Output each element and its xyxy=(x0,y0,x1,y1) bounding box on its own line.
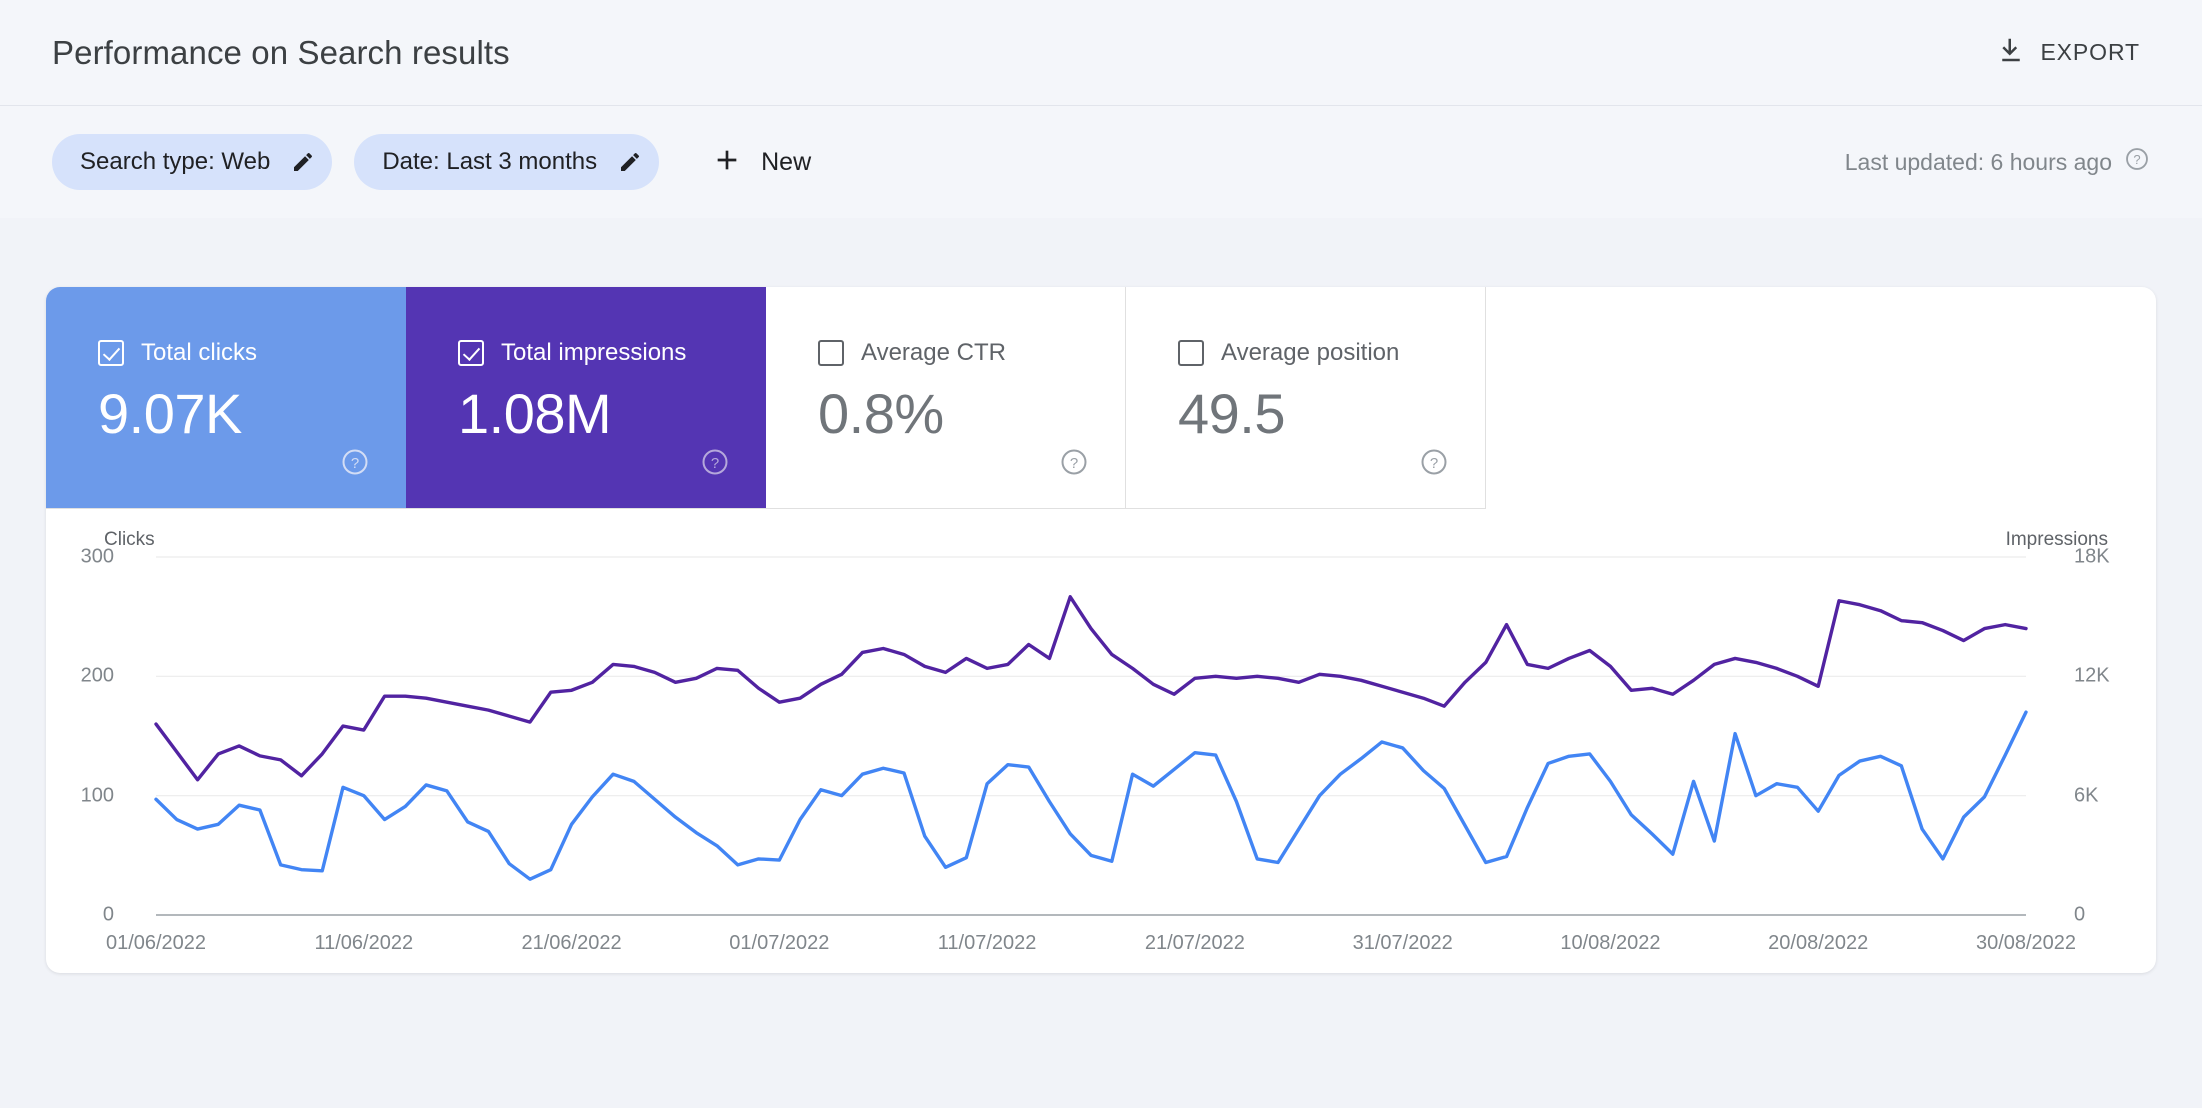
chart-plot-area: 0 100 200 300 0 6K 12K 18K 01/06/2022 11/06/2022 2… xyxy=(46,509,2156,973)
x-axis-tick-label: 10/08/2022 xyxy=(1560,932,1661,954)
help-circle-icon[interactable]: ? xyxy=(2124,146,2150,178)
svg-text:?: ? xyxy=(1070,455,1078,472)
page-header: Performance on Search results EXPORT xyxy=(0,0,2202,106)
filter-chip-date[interactable]: Date: Last 3 months xyxy=(354,134,660,190)
help-circle-icon[interactable]: ? xyxy=(700,447,730,482)
x-axis-tick-label: 11/07/2022 xyxy=(937,932,1037,954)
metric-tile-header: Average CTR xyxy=(818,339,1125,367)
page-title: Performance on Search results xyxy=(52,33,510,71)
filter-chip-label: Date: Last 3 months xyxy=(382,148,598,175)
chart-line-impressions xyxy=(154,595,2028,782)
svg-text:?: ? xyxy=(2133,152,2140,167)
filter-bar: Search type: Web Date: Last 3 months New… xyxy=(0,106,2202,218)
metric-tile-value: 1.08M xyxy=(458,382,612,445)
performance-chart: Clicks Impressions 0 100 200 300 0 6K 12K 18K 01… xyxy=(46,509,2156,973)
export-label: EXPORT xyxy=(2040,39,2140,65)
metric-tile-value: 49.5 xyxy=(1178,382,1286,445)
metric-tile-name: Average position xyxy=(1221,339,1400,366)
metric-tile-total-clicks[interactable]: Total clicks 9.07K ? xyxy=(46,287,406,508)
metric-tile-header: Total impressions xyxy=(458,339,766,367)
pencil-icon[interactable] xyxy=(613,145,647,179)
svg-text:?: ? xyxy=(1430,455,1438,472)
checkbox-unchecked-icon[interactable] xyxy=(1178,340,1204,366)
new-filter-button[interactable]: New xyxy=(697,136,825,189)
checkbox-checked-icon[interactable] xyxy=(458,340,484,366)
help-circle-icon[interactable]: ? xyxy=(1419,447,1449,482)
metric-tile-name: Total clicks xyxy=(141,339,258,366)
y-axis-tick-label: 0 xyxy=(102,903,114,926)
filter-chip-search-type[interactable]: Search type: Web xyxy=(52,134,333,190)
plus-icon xyxy=(711,144,743,181)
metric-tile-header: Total clicks xyxy=(98,339,406,367)
pencil-icon[interactable] xyxy=(286,145,320,179)
metric-tile-value: 0.8% xyxy=(818,382,944,445)
metric-tile-name: Average CTR xyxy=(861,339,1006,366)
svg-text:?: ? xyxy=(711,455,719,472)
checkbox-checked-icon[interactable] xyxy=(98,340,124,366)
svg-text:?: ? xyxy=(351,455,359,472)
x-axis-tick-label: 11/06/2022 xyxy=(314,932,414,954)
chart-svg xyxy=(154,556,2028,916)
download-icon xyxy=(1996,35,2026,70)
last-updated-label: Last updated: 6 hours ago xyxy=(1844,148,2112,175)
x-axis-tick-label: 21/06/2022 xyxy=(521,932,622,954)
help-circle-icon[interactable]: ? xyxy=(1059,447,1089,482)
y2-axis-tick-label: 0 xyxy=(2074,903,2086,926)
metric-tile-name: Total impressions xyxy=(501,339,687,366)
x-axis-tick-label: 21/07/2022 xyxy=(1144,932,1245,954)
x-axis-tick-label: 20/08/2022 xyxy=(1768,932,1869,954)
x-axis-tick-label: 01/06/2022 xyxy=(105,932,207,954)
x-axis-tick-label: 31/07/2022 xyxy=(1352,932,1453,954)
y2-axis-tick-label: 6K xyxy=(2074,784,2099,807)
checkbox-unchecked-icon[interactable] xyxy=(818,340,844,366)
metric-tiles: Total clicks 9.07K ? Total impressions 1… xyxy=(46,287,1486,509)
metric-tile-average-ctr[interactable]: Average CTR 0.8% ? xyxy=(766,287,1126,508)
x-axis-tick-label: 30/08/2022 xyxy=(1975,932,2077,954)
new-filter-label: New xyxy=(761,147,812,176)
y-axis-tick-label: 100 xyxy=(80,784,114,807)
y2-axis-tick-label: 12K xyxy=(2074,664,2110,687)
last-updated: Last updated: 6 hours ago ? xyxy=(1845,146,2150,178)
metric-tile-value: 9.07K xyxy=(98,382,242,445)
performance-card: Total clicks 9.07K ? Total impressions 1… xyxy=(46,287,2156,973)
help-circle-icon[interactable]: ? xyxy=(340,447,370,482)
filter-chip-label: Search type: Web xyxy=(80,148,271,175)
x-axis-tick-label: 01/07/2022 xyxy=(729,932,830,954)
y-axis-tick-label: 300 xyxy=(80,545,114,568)
export-button[interactable]: EXPORT xyxy=(1986,27,2150,78)
metric-tile-total-impressions[interactable]: Total impressions 1.08M ? xyxy=(406,287,766,508)
metric-tile-header: Average position xyxy=(1178,339,1485,367)
y-axis-tick-label: 200 xyxy=(80,664,114,687)
y2-axis-tick-label: 18K xyxy=(2074,545,2110,568)
metric-tile-average-position[interactable]: Average position 49.5 ? xyxy=(1126,287,1486,508)
